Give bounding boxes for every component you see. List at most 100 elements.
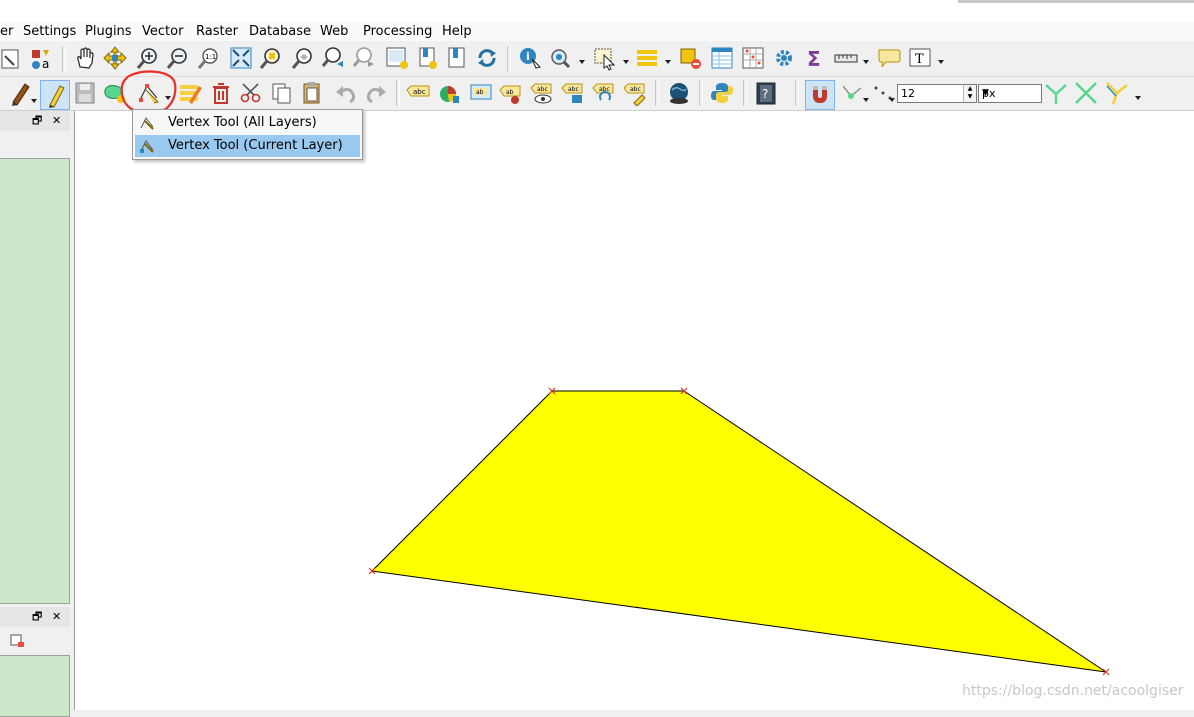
new-map-view-icon[interactable]	[384, 45, 410, 71]
deselect-features-icon[interactable]	[678, 45, 704, 71]
zoom-last-icon[interactable]	[321, 45, 347, 71]
save-edits-icon[interactable]	[72, 80, 98, 106]
layers-panel[interactable]	[0, 158, 70, 604]
help-contents-icon[interactable]: ?	[753, 80, 779, 106]
svg-text:T: T	[915, 52, 924, 67]
left-dock: 🗗 ✕ 🗗 ✕	[0, 111, 75, 717]
rotate-label-icon[interactable]: abc	[591, 80, 617, 106]
zoom-full-icon[interactable]	[228, 45, 254, 71]
chevron-down-icon[interactable]	[664, 55, 672, 64]
label-tool-icon[interactable]: abc	[405, 80, 431, 106]
menu-item-user[interactable]: er	[0, 22, 13, 41]
toggle-editing-icon[interactable]	[40, 80, 70, 110]
chevron-down-icon[interactable]	[30, 94, 38, 103]
change-label-icon[interactable]: abc	[622, 80, 648, 106]
vertex-tool-icon[interactable]	[136, 80, 162, 106]
processing-toolbox-icon[interactable]	[771, 45, 797, 71]
topological-editing-icon[interactable]	[1043, 80, 1069, 106]
remove-layer-icon[interactable]	[8, 632, 26, 650]
menu-item-help[interactable]: Help	[442, 22, 472, 41]
menu-item-raster[interactable]: Raster	[196, 22, 238, 41]
chevron-down-icon[interactable]	[888, 93, 896, 102]
diagram-options-icon[interactable]	[437, 80, 463, 106]
spin-arrows-icon[interactable]: ▲ ▼	[963, 85, 976, 102]
new-bookmark-icon[interactable]	[415, 45, 441, 71]
svg-text:a: a	[42, 57, 49, 71]
menu-item-vertex-tool-current-layer[interactable]: Vertex Tool (Current Layer)	[135, 135, 360, 157]
refresh-icon[interactable]	[474, 45, 500, 71]
restore-panel-icon[interactable]: 🗗	[32, 610, 42, 623]
chevron-down-icon[interactable]	[164, 91, 172, 100]
map-canvas[interactable]	[75, 111, 1194, 710]
zoom-in-icon[interactable]	[135, 45, 161, 71]
zoom-to-selection-icon[interactable]	[258, 45, 284, 71]
menu-item-processing[interactable]: Processing	[363, 22, 432, 41]
select-by-location-icon[interactable]	[547, 45, 573, 71]
chevron-down-icon[interactable]	[937, 55, 945, 64]
pan-hand-icon[interactable]	[72, 45, 98, 71]
menu-item-web[interactable]: Web	[320, 22, 348, 41]
map-navigation-toolbar: a 1:1 i Σ T	[0, 41, 1194, 77]
chevron-down-icon[interactable]	[862, 55, 870, 64]
modify-attributes-icon[interactable]	[177, 80, 203, 106]
zoom-next-icon[interactable]	[352, 45, 378, 71]
move-label-icon[interactable]: abc	[560, 80, 586, 106]
close-panel-icon[interactable]: ✕	[52, 610, 61, 623]
svg-text:1:1: 1:1	[205, 53, 216, 61]
restore-panel-icon[interactable]: 🗗	[32, 114, 42, 127]
chevron-down-icon[interactable]	[1134, 91, 1142, 100]
menu-item-label: Vertex Tool (Current Layer)	[168, 138, 343, 153]
layer-styling-icon[interactable]: a	[28, 46, 54, 72]
svg-text:ab: ab	[506, 89, 514, 96]
zoom-out-icon[interactable]	[165, 45, 191, 71]
menu-item-vector[interactable]: Vector	[142, 22, 183, 41]
undo-icon[interactable]	[333, 80, 359, 106]
python-console-icon[interactable]	[709, 80, 735, 106]
statistics-sigma-icon[interactable]: Σ	[802, 45, 828, 71]
zoom-native-resolution-icon[interactable]: 1:1	[196, 45, 222, 71]
style-manager-icon[interactable]	[0, 46, 26, 72]
zoom-to-layer-icon[interactable]	[290, 45, 316, 71]
enable-tracing-icon[interactable]	[1104, 80, 1130, 106]
map-tips-icon[interactable]	[876, 45, 902, 71]
pin-labels-icon[interactable]: ab	[498, 80, 524, 106]
menu-item-database[interactable]: Database	[249, 22, 311, 41]
vertex-tool-menu: Vertex Tool (All Layers) Vertex Tool (Cu…	[132, 109, 363, 160]
attribute-table-icon[interactable]	[709, 45, 735, 71]
highlight-pinned-labels-icon[interactable]: ab	[468, 80, 494, 106]
cut-features-icon[interactable]	[238, 80, 264, 106]
polygon-feature[interactable]	[370, 390, 1107, 673]
chevron-down-icon: ▼	[982, 88, 989, 98]
svg-text:abc: abc	[568, 86, 579, 93]
show-bookmarks-icon[interactable]	[444, 45, 470, 71]
snapping-on-intersection-icon[interactable]	[1073, 80, 1099, 106]
measure-line-icon[interactable]	[833, 45, 859, 71]
select-features-icon[interactable]	[592, 45, 618, 71]
chevron-down-icon[interactable]	[578, 55, 586, 64]
browser-panel[interactable]	[0, 655, 70, 717]
snapping-units-select[interactable]: px ▼	[978, 84, 1042, 103]
menu-item-plugins[interactable]: Plugins	[85, 22, 132, 41]
close-panel-icon[interactable]: ✕	[52, 114, 61, 127]
snapping-magnet-icon[interactable]	[805, 80, 835, 110]
menu-item-vertex-tool-all-layers[interactable]: Vertex Tool (All Layers)	[135, 112, 360, 134]
chevron-down-icon[interactable]	[862, 93, 870, 102]
delete-selected-icon[interactable]	[208, 80, 234, 106]
vertex-tool-icon	[139, 115, 155, 131]
select-by-expression-icon[interactable]	[634, 45, 660, 71]
identify-features-icon[interactable]: i	[517, 45, 543, 71]
add-polygon-feature-icon[interactable]	[102, 80, 128, 106]
redo-icon[interactable]	[363, 80, 389, 106]
snapping-tolerance-input[interactable]: 12 ▲ ▼	[897, 84, 977, 103]
copy-features-icon[interactable]	[269, 80, 295, 106]
show-hide-labels-icon[interactable]: abc	[529, 80, 555, 106]
text-annotation-icon[interactable]: T	[907, 45, 933, 71]
chevron-down-icon[interactable]	[622, 55, 630, 64]
pan-to-selection-icon[interactable]	[102, 45, 128, 71]
paste-features-icon[interactable]	[299, 80, 325, 106]
svg-text:?: ?	[762, 87, 768, 101]
menu-item-settings[interactable]: Settings	[23, 22, 76, 41]
snapping-tolerance-value: 12	[901, 87, 915, 100]
globe-plugin-icon[interactable]	[666, 80, 692, 106]
field-calculator-icon[interactable]	[740, 45, 766, 71]
